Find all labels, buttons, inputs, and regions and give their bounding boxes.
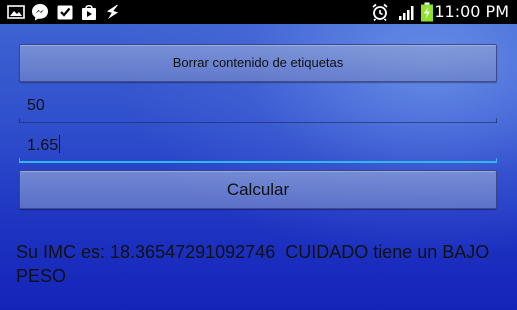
calculate-button[interactable]: Calcular (19, 170, 497, 209)
app-screen: Borrar contenido de etiquetas 50 1.65 Ca… (0, 24, 517, 310)
weight-input[interactable]: 50 (19, 91, 497, 123)
clear-labels-button[interactable]: Borrar contenido de etiquetas (19, 44, 497, 82)
weight-input-left-tick (19, 118, 20, 123)
messenger-icon (32, 4, 48, 21)
shopping-bag-icon (82, 4, 96, 20)
height-input-left-tick (19, 158, 20, 163)
battery-charging-icon (421, 2, 433, 22)
weight-input-right-tick (496, 118, 497, 123)
weight-input-value: 50 (27, 97, 45, 114)
picture-icon (7, 5, 25, 19)
height-input-underline (19, 161, 497, 163)
text-cursor (59, 135, 61, 153)
status-time: 11:00 PM (434, 2, 509, 21)
result-text: Su IMC es: 18.36547291092746 CUIDADO tie… (16, 242, 495, 286)
weight-input-underline (19, 122, 497, 123)
height-input-right-tick (496, 158, 497, 163)
alarm-icon (372, 3, 388, 22)
signal-icon (399, 6, 414, 20)
status-bar: 11:00 PM (0, 0, 517, 24)
height-input[interactable]: 1.65 (19, 131, 497, 163)
task-checkbox-icon (57, 5, 73, 20)
height-input-value: 1.65 (27, 137, 59, 154)
app-bolt-icon (106, 4, 119, 19)
